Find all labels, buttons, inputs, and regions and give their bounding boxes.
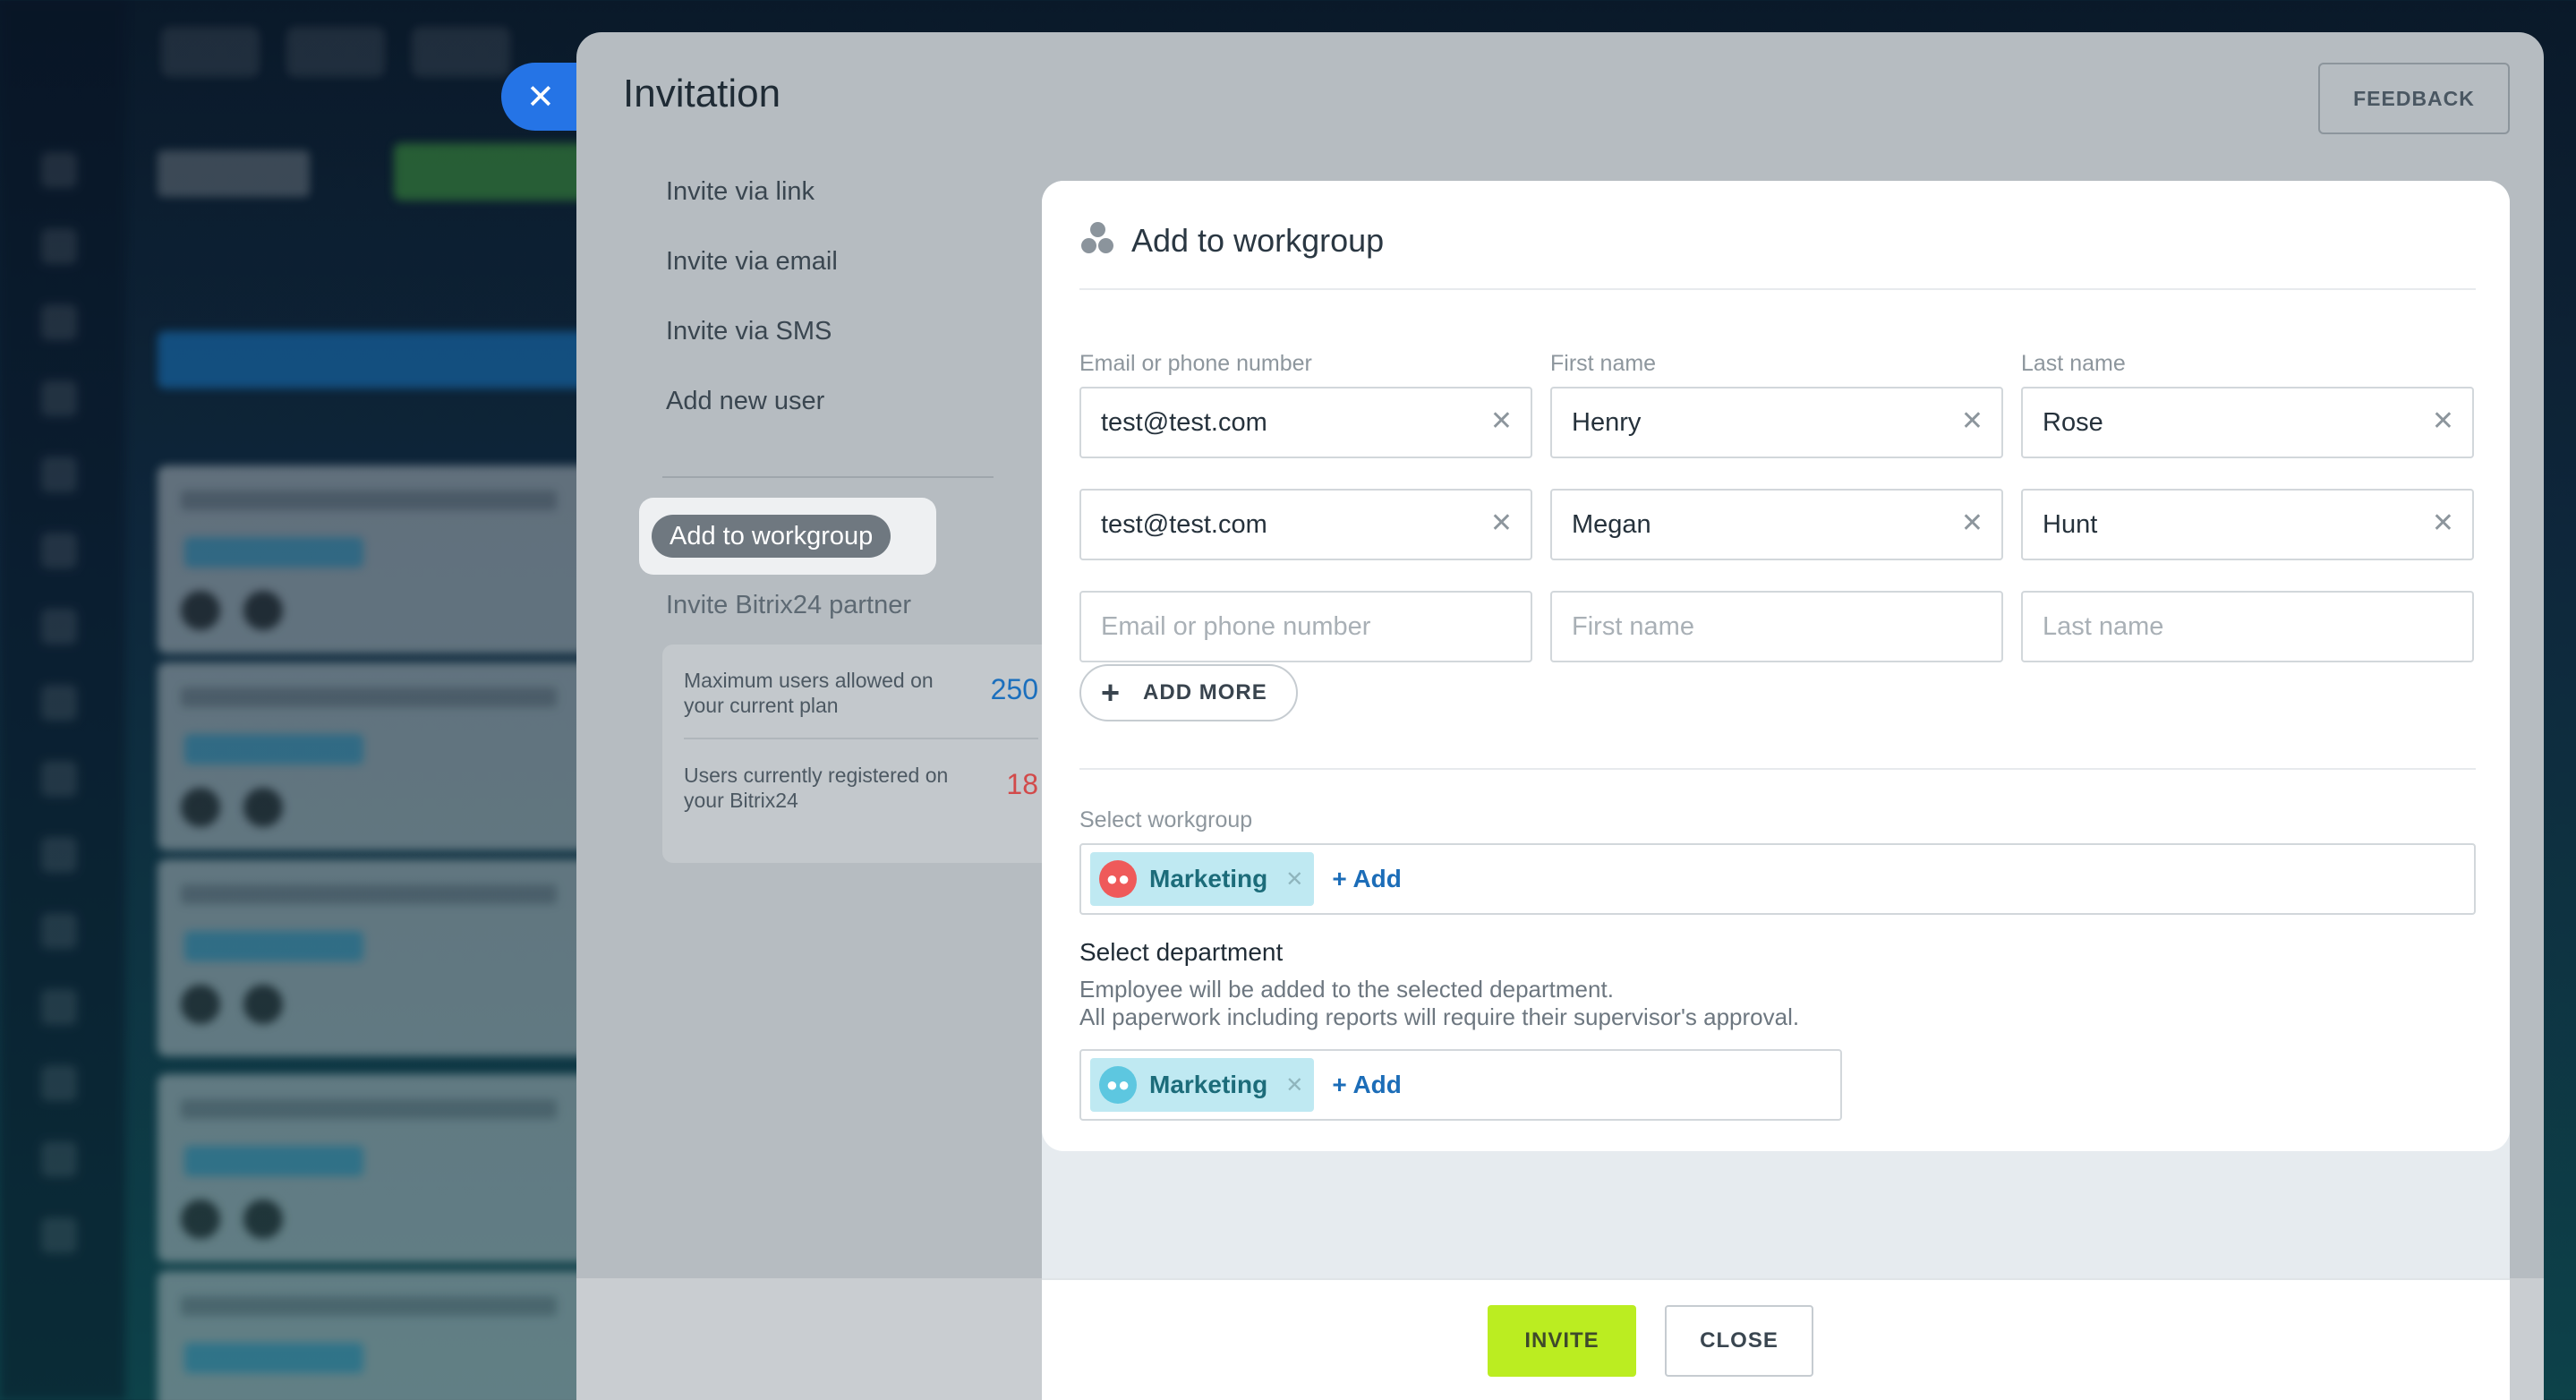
user-limits-box: Maximum users allowed on your current pl…: [662, 645, 1054, 863]
clear-icon[interactable]: ✕: [2432, 510, 2454, 537]
clear-icon[interactable]: ✕: [1490, 408, 1513, 435]
last-name-field-empty[interactable]: Last name: [2021, 591, 2474, 662]
limit-value: 18: [1006, 768, 1038, 800]
clear-icon[interactable]: ✕: [2432, 408, 2454, 435]
workgroup-form-card: Add to workgroup Email or phone number F…: [1042, 181, 2510, 1400]
menu-item-invite-partner[interactable]: Invite Bitrix24 partner: [666, 591, 911, 620]
menu-item-invite-sms[interactable]: Invite via SMS: [666, 317, 832, 346]
group-avatar-icon: ●●: [1099, 860, 1137, 898]
first-name-field[interactable]: Henry ✕: [1550, 387, 2003, 458]
clear-icon[interactable]: ✕: [1961, 408, 1983, 435]
email-value: test@test.com: [1101, 509, 1267, 539]
email-field[interactable]: test@test.com ✕: [1079, 387, 1532, 458]
last-name-field[interactable]: Hunt ✕: [2021, 489, 2474, 560]
add-more-button[interactable]: + ADD MORE: [1079, 664, 1298, 721]
first-name-field-empty[interactable]: First name: [1550, 591, 2003, 662]
invitation-panel: Invitation FEEDBACK Invite via link Invi…: [576, 32, 2544, 1400]
menu-item-invite-email[interactable]: Invite via email: [666, 247, 838, 277]
email-field-empty[interactable]: Email or phone number: [1079, 591, 1532, 662]
menu-item-add-new-user[interactable]: Add new user: [666, 387, 824, 416]
last-name-placeholder: Last name: [2043, 611, 2164, 641]
remove-chip-icon[interactable]: ✕: [1285, 866, 1303, 892]
plus-icon: +: [1101, 674, 1121, 711]
last-name-value: Rose: [2043, 407, 2103, 437]
close-button[interactable]: CLOSE: [1665, 1305, 1813, 1377]
department-selector[interactable]: ●● Marketing ✕ + Add: [1079, 1049, 1842, 1121]
limit-label: Maximum users allowed on your current pl…: [684, 669, 934, 717]
menu-item-add-to-workgroup[interactable]: Add to workgroup: [639, 498, 936, 575]
department-desc-line: Employee will be added to the selected d…: [1079, 976, 1614, 1003]
column-label-first-name: First name: [1550, 351, 1657, 376]
clear-icon[interactable]: ✕: [1490, 510, 1513, 537]
first-name-field[interactable]: Megan ✕: [1550, 489, 2003, 560]
limit-label: Users currently registered on your Bitri…: [684, 764, 949, 812]
department-chip-label: Marketing: [1149, 1071, 1268, 1098]
feedback-button[interactable]: FEEDBACK: [2318, 63, 2510, 134]
form-header: Add to workgroup: [1079, 213, 2476, 290]
remove-chip-icon[interactable]: ✕: [1285, 1072, 1303, 1098]
column-label-email: Email or phone number: [1079, 351, 1312, 376]
workgroup-chip-label: Marketing: [1149, 865, 1268, 892]
department-avatar-icon: ●●: [1099, 1066, 1137, 1104]
workgroup-selector[interactable]: ●● Marketing ✕ + Add: [1079, 843, 2476, 915]
email-field[interactable]: test@test.com ✕: [1079, 489, 1532, 560]
close-icon: ✕: [526, 78, 555, 116]
add-workgroup-link[interactable]: + Add: [1332, 865, 1402, 893]
workgroup-chip: ●● Marketing ✕: [1090, 852, 1315, 906]
invite-button[interactable]: INVITE: [1488, 1305, 1636, 1377]
last-name-field[interactable]: Rose ✕: [2021, 387, 2474, 458]
limit-max-users: Maximum users allowed on your current pl…: [684, 645, 1038, 739]
menu-item-active-label: Add to workgroup: [652, 515, 891, 558]
form-body: Add to workgroup Email or phone number F…: [1042, 181, 2510, 1151]
add-more-label: ADD MORE: [1143, 680, 1267, 704]
select-workgroup-label: Select workgroup: [1079, 807, 1253, 832]
first-name-value: Megan: [1572, 509, 1651, 539]
form-title: Add to workgroup: [1131, 222, 1385, 259]
page-title: Invitation: [623, 72, 781, 115]
workgroup-icon: [1079, 222, 1115, 258]
menu-divider: [662, 476, 994, 478]
last-name-value: Hunt: [2043, 509, 2098, 539]
department-chip: ●● Marketing ✕: [1090, 1058, 1315, 1112]
form-divider: [1079, 768, 2476, 770]
clear-icon[interactable]: ✕: [1961, 510, 1983, 537]
select-department-title: Select department: [1079, 938, 1284, 966]
email-placeholder: Email or phone number: [1101, 611, 1371, 641]
column-label-last-name: Last name: [2021, 351, 2126, 376]
select-department-description: Employee will be added to the selected d…: [1079, 976, 2243, 1031]
first-name-placeholder: First name: [1572, 611, 1694, 641]
email-value: test@test.com: [1101, 407, 1267, 437]
department-desc-line: All paperwork including reports will req…: [1079, 1003, 1800, 1030]
add-department-link[interactable]: + Add: [1332, 1071, 1402, 1099]
limit-value: 250: [990, 673, 1038, 705]
limit-registered-users: Users currently registered on your Bitri…: [684, 739, 1038, 834]
menu-item-invite-link[interactable]: Invite via link: [666, 177, 815, 207]
first-name-value: Henry: [1572, 407, 1642, 437]
